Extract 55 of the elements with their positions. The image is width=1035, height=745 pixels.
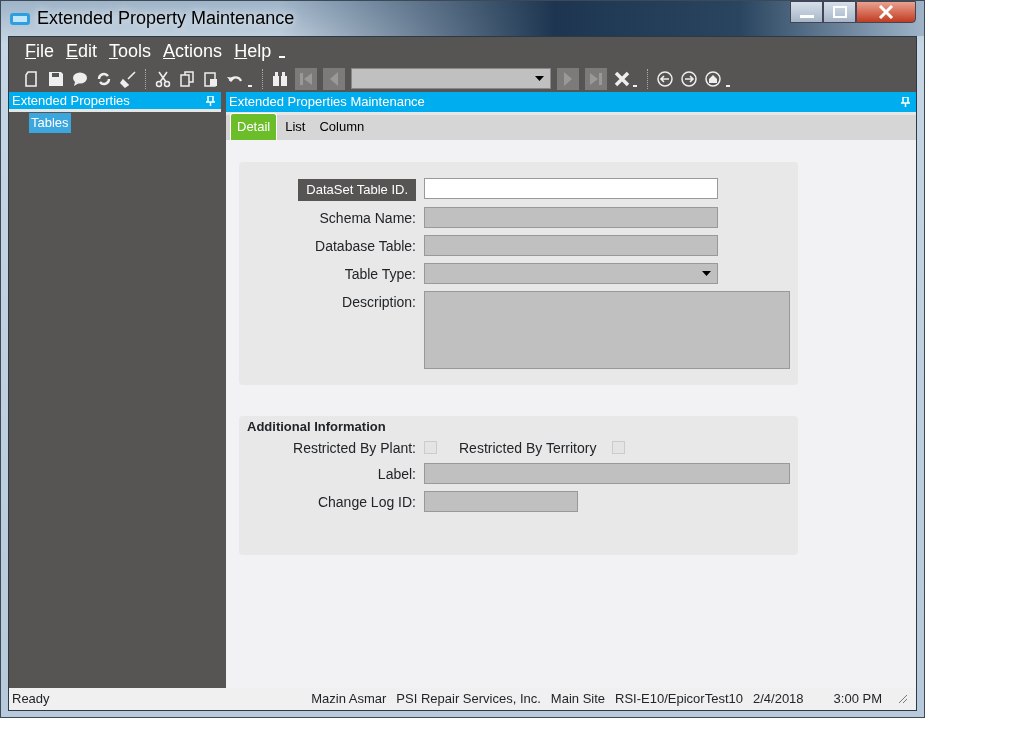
menu-item[interactable]: Edit [66, 37, 98, 65]
status-text: PSI Repair Services, Inc. [396, 690, 541, 709]
status-text: RSI-E10/EpicorTest10 [615, 690, 743, 709]
menu-item[interactable]: File [25, 37, 54, 65]
tab[interactable]: List [279, 113, 312, 140]
panel-title: Extended Properties [12, 91, 130, 110]
app-icon [9, 10, 31, 27]
last-record-button[interactable] [585, 67, 607, 90]
broom-icon[interactable] [119, 69, 137, 88]
close-icon [878, 5, 894, 19]
delete-icon[interactable] [613, 69, 639, 88]
pin-icon[interactable] [901, 97, 910, 107]
status-text: Main Site [550, 690, 606, 709]
field-label: Change Log ID: [317, 492, 416, 512]
save-icon[interactable] [47, 69, 65, 88]
binoculars-icon[interactable] [271, 69, 289, 88]
cut-icon[interactable] [154, 69, 172, 88]
field-label: Description: [342, 293, 416, 312]
minimize-button[interactable] [790, 1, 823, 23]
field-label: Label: [377, 464, 416, 484]
field-label-tag: DataSet Table ID. [298, 179, 416, 201]
minimize-icon [799, 14, 814, 18]
menu-item[interactable]: Tools [109, 37, 152, 65]
overflow-caret-icon[interactable] [279, 56, 286, 60]
pin-icon[interactable] [206, 95, 215, 106]
home-icon[interactable] [704, 69, 732, 88]
panel-title: Extended Properties Maintenance [229, 93, 425, 112]
close-button[interactable] [856, 1, 916, 23]
field-label: Database Table: [315, 237, 416, 256]
resize-grip-icon[interactable] [898, 694, 908, 704]
forward-icon[interactable] [680, 69, 698, 88]
status-text: 2/4/2018 [752, 690, 804, 709]
section-title: Additional Information [247, 418, 387, 436]
copy-icon[interactable] [178, 69, 196, 88]
field-label: Table Type: [344, 265, 416, 284]
previous-record-button[interactable] [323, 67, 345, 90]
back-icon[interactable] [656, 69, 674, 88]
status-text: Ready [12, 690, 50, 709]
checkbox-label: Restricted By Plant: [293, 438, 416, 458]
tab[interactable]: Column [313, 113, 371, 140]
paste-icon[interactable] [202, 69, 220, 88]
first-record-button[interactable] [295, 67, 317, 90]
dropdown-arrow-icon [535, 76, 544, 81]
next-record-button[interactable] [557, 67, 579, 90]
dropdown-arrow-icon [702, 271, 711, 276]
checkbox-label: Restricted By Territory [459, 438, 597, 458]
input-field[interactable] [424, 178, 718, 199]
maximize-icon [831, 5, 848, 19]
status-text: Mazin Asmar [311, 690, 387, 709]
window-title: Extended Property Maintenance [37, 7, 295, 30]
status-text: 3:00 PM [833, 690, 882, 709]
menu-item[interactable]: Help [234, 37, 272, 65]
field-label: Schema Name: [319, 209, 416, 228]
menu-item[interactable]: Actions [163, 37, 223, 65]
maximize-button[interactable] [823, 1, 856, 23]
